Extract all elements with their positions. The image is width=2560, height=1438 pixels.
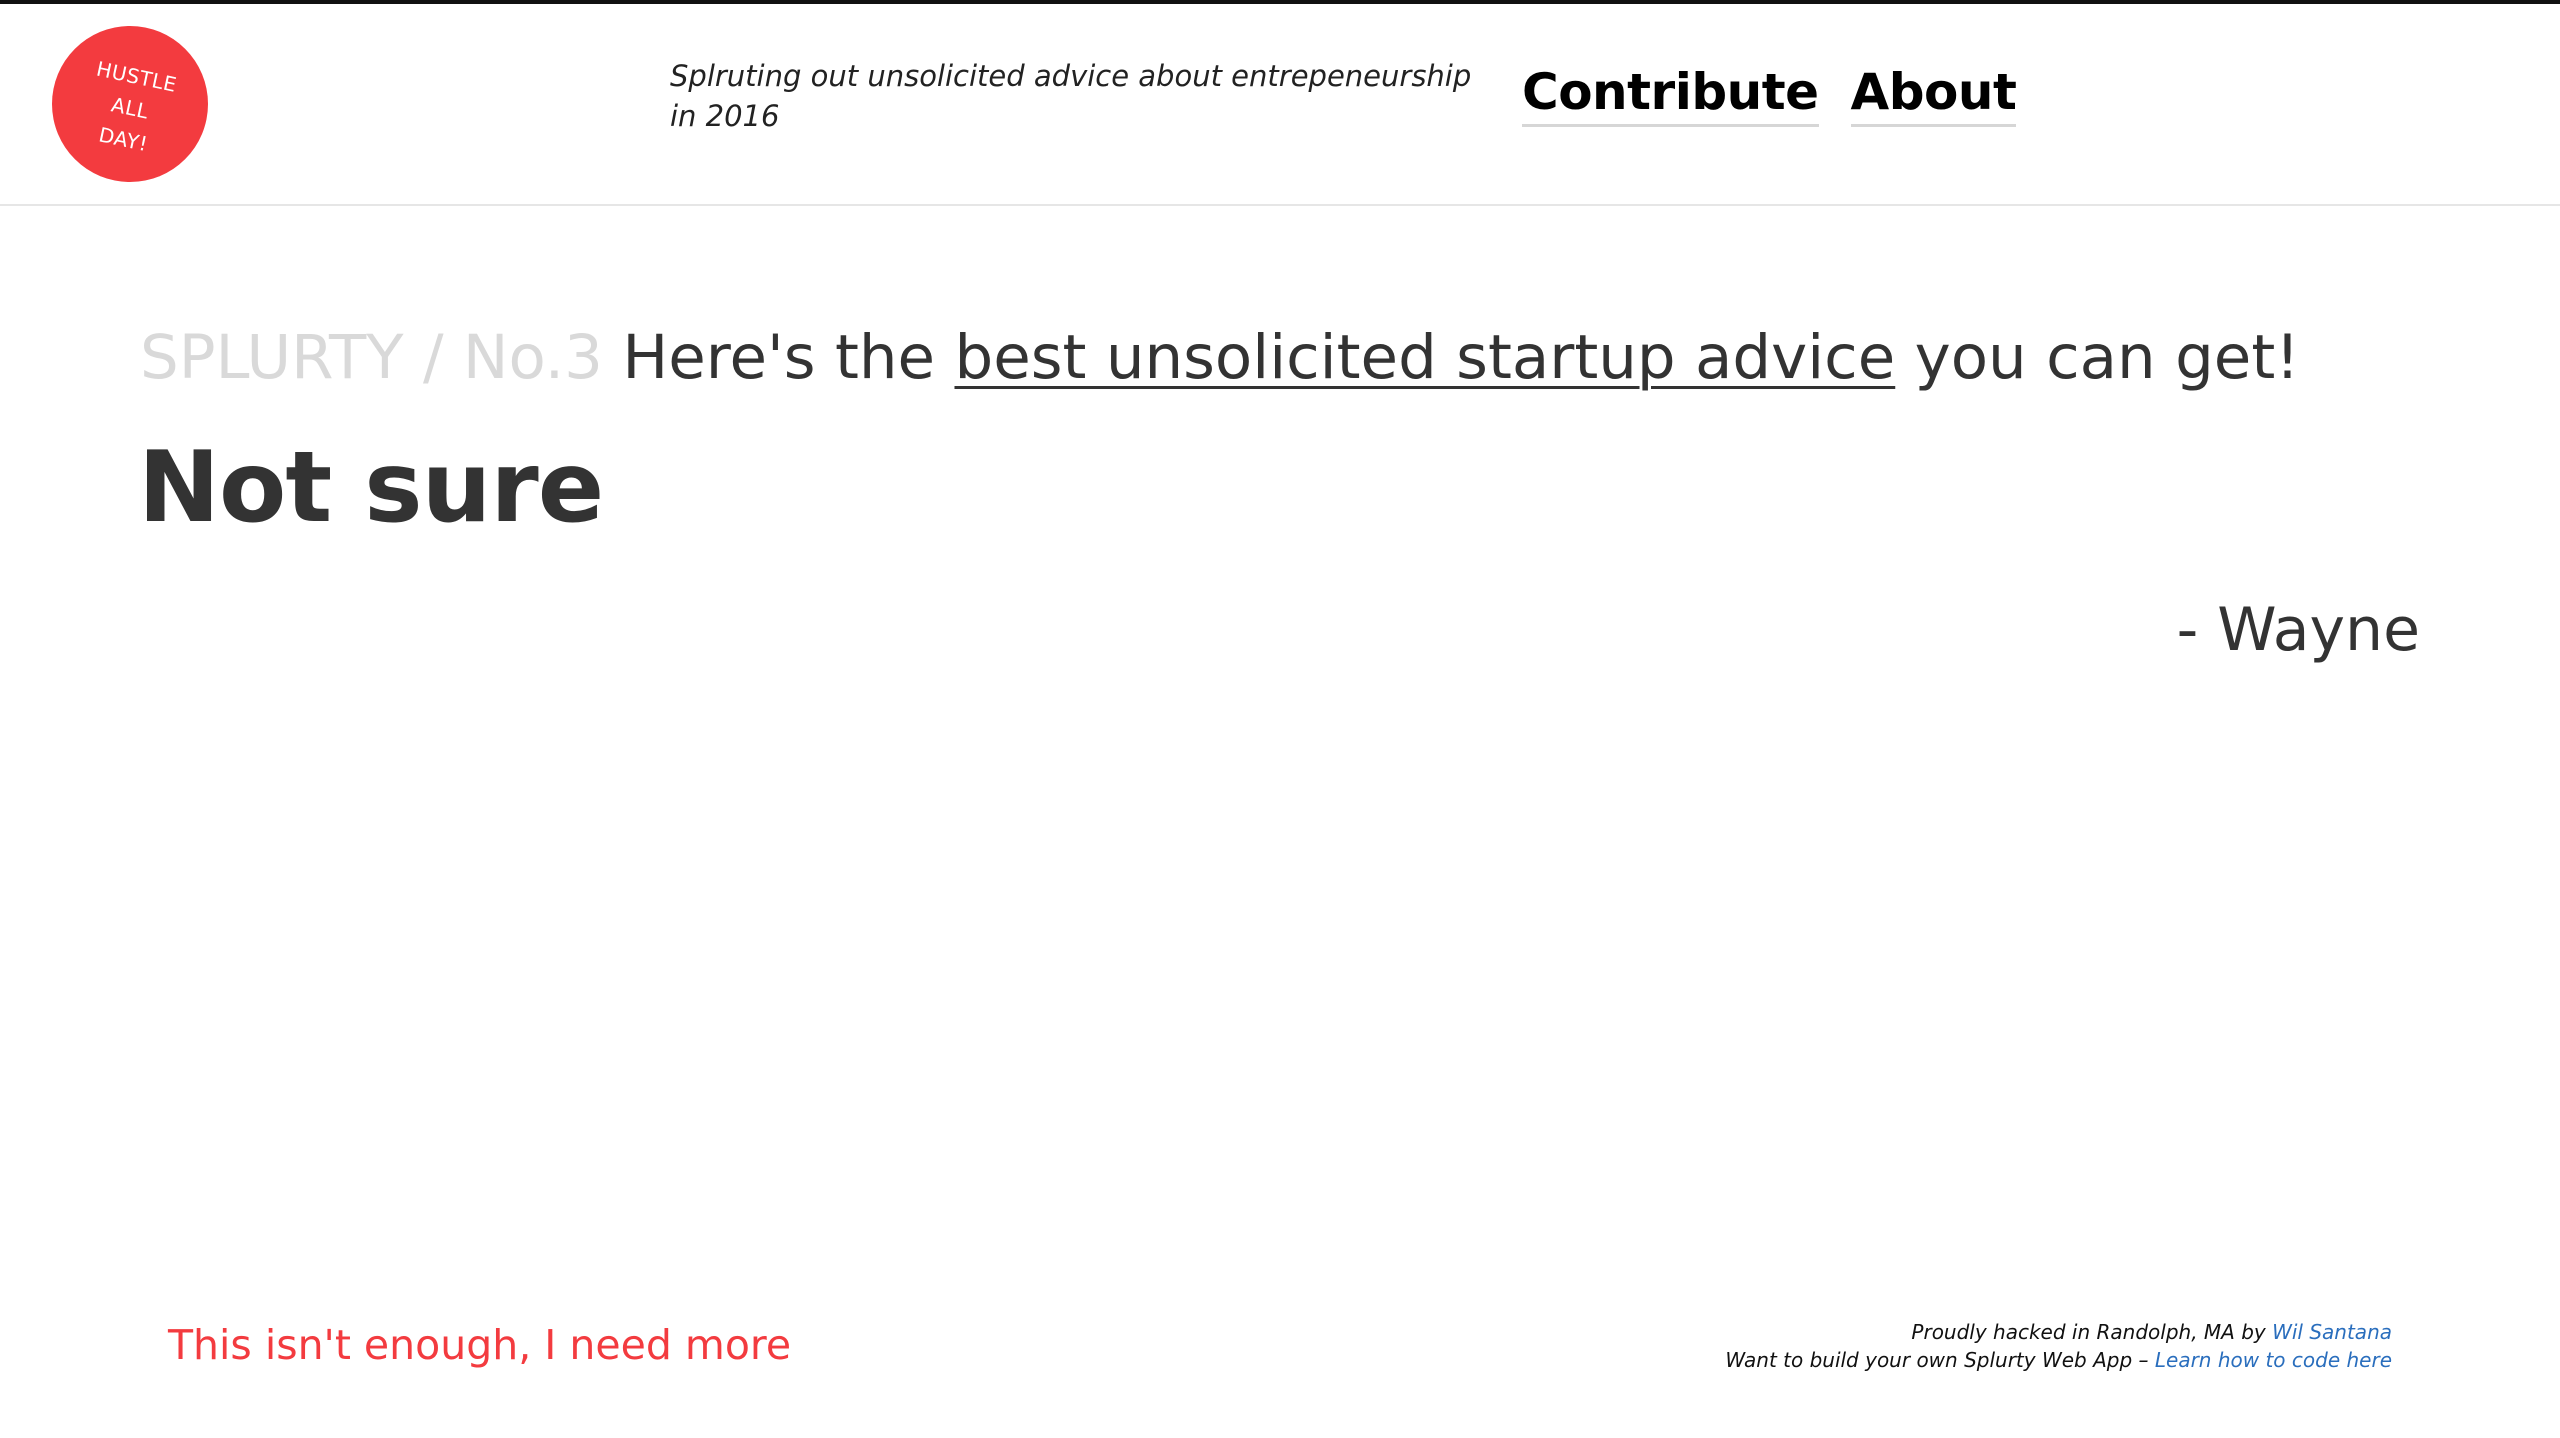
need-more-link[interactable]: This isn't enough, I need more	[168, 1315, 791, 1375]
page-headline: SPLURTY / No.3 Here's the best unsolicit…	[140, 318, 2300, 398]
site-header: HUSTLE ALL DAY! Splruting out unsolicite…	[0, 4, 2560, 206]
logo-text: HUSTLE ALL DAY!	[44, 45, 217, 171]
headline-pre: Here's the	[622, 322, 936, 393]
headline-post: you can get!	[1914, 322, 2300, 393]
learn-to-code-link[interactable]: Learn how to code here	[2155, 1348, 2392, 1372]
footer-build-text: Want to build your own Splurty Web App –	[1725, 1348, 2149, 1372]
footer-credit-line: Proudly hacked in Randolph, MA by Wil Sa…	[1725, 1318, 2392, 1346]
nav-contribute-link[interactable]: Contribute	[1522, 60, 1819, 127]
footer-credit-text: Proudly hacked in Randolph, MA by	[1911, 1320, 2266, 1344]
advice-author: - Wayne	[2176, 595, 2420, 665]
nav-about-link[interactable]: About	[1850, 60, 2017, 127]
main-nav: Contribute About	[1522, 60, 2017, 127]
site-footer: Proudly hacked in Randolph, MA by Wil Sa…	[1725, 1318, 2392, 1374]
author-link[interactable]: Wil Santana	[2272, 1320, 2392, 1344]
best-advice-link[interactable]: best unsolicited startup advice	[954, 322, 1895, 393]
breadcrumb: SPLURTY / No.3	[140, 322, 603, 393]
footer-build-line: Want to build your own Splurty Web App –…	[1725, 1346, 2392, 1374]
logo-badge[interactable]: HUSTLE ALL DAY!	[52, 26, 208, 182]
advice-quote: Not sure	[138, 431, 604, 545]
site-tagline: Splruting out unsolicited advice about e…	[670, 59, 1472, 133]
